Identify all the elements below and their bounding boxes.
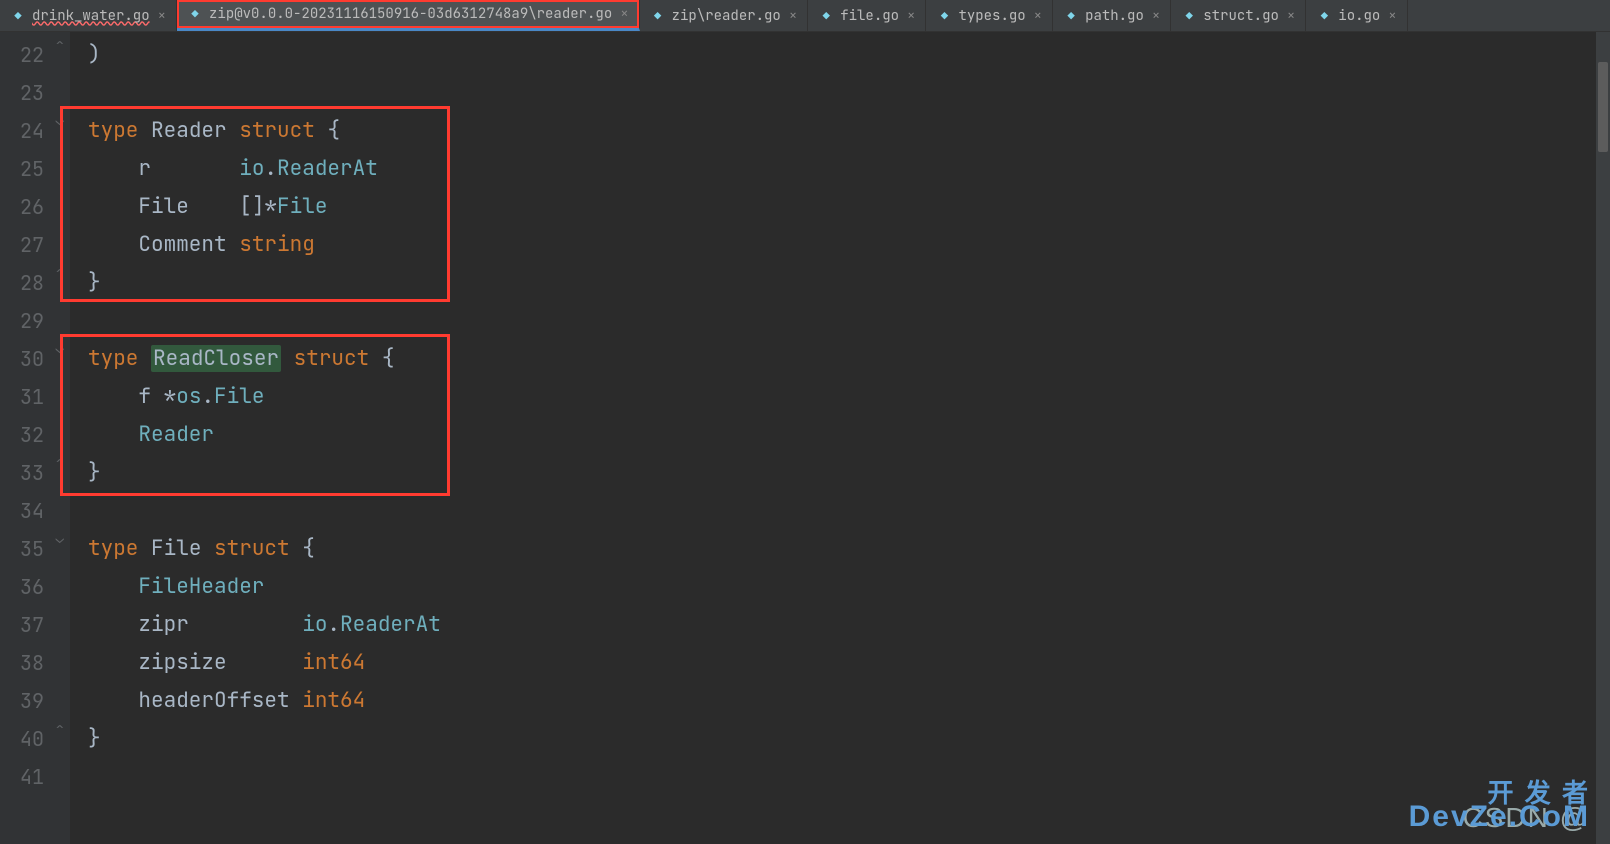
scrollbar-thumb[interactable] (1598, 62, 1608, 152)
go-file-icon: ◆ (650, 8, 666, 24)
code-line: } (88, 454, 1610, 492)
fold-end-icon[interactable]: ⌃ (50, 264, 64, 282)
go-file-icon: ◆ (10, 8, 26, 24)
tab-label: zip\reader.go (672, 7, 781, 25)
tab-label: types.go (958, 7, 1025, 25)
tab-path[interactable]: ◆ path.go × (1053, 0, 1171, 31)
close-icon[interactable]: × (620, 5, 628, 23)
code-line: Comment string (88, 226, 1610, 264)
tab-file[interactable]: ◆ file.go × (808, 0, 926, 31)
code-editor[interactable]: ) type Reader struct { r io.ReaderAt Fil… (70, 32, 1610, 844)
tab-struct[interactable]: ◆ struct.go × (1171, 0, 1306, 31)
close-icon[interactable]: × (1152, 7, 1160, 25)
go-file-icon: ◆ (1181, 8, 1197, 24)
code-line (88, 302, 1610, 340)
close-icon[interactable]: × (1287, 7, 1295, 25)
tab-label: struct.go (1203, 7, 1279, 25)
code-line (88, 74, 1610, 112)
code-line: f *os.File (88, 378, 1610, 416)
fold-end-icon[interactable]: ⌃ (50, 36, 64, 54)
vertical-scrollbar[interactable] (1596, 32, 1610, 844)
go-file-icon: ◆ (936, 8, 952, 24)
watermark: CSDN @ 开 发 者 DevZe.CoM (1462, 802, 1590, 834)
tab-label: file.go (840, 7, 899, 25)
code-line (88, 492, 1610, 530)
close-icon[interactable]: × (158, 7, 166, 25)
tab-types[interactable]: ◆ types.go × (926, 0, 1053, 31)
fold-start-icon[interactable]: ⌄ (50, 340, 64, 358)
close-icon[interactable]: × (1034, 7, 1042, 25)
tab-bar: ◆ drink_water.go × ◆ zip@v0.0.0-20231116… (0, 0, 1610, 32)
code-line: } (88, 720, 1610, 758)
tab-label: path.go (1085, 7, 1144, 25)
tab-zip-reader-versioned[interactable]: ◆ zip@v0.0.0-20231116150916-03d6312748a9… (177, 0, 640, 31)
fold-end-icon[interactable]: ⌃ (50, 720, 64, 738)
code-line: ) (88, 36, 1610, 74)
tab-label: zip@v0.0.0-20231116150916-03d6312748a9\r… (209, 5, 612, 23)
fold-gutter: ⌃ ⌄ ⌃ ⌄ ⌃ ⌄ ⌃ (50, 32, 68, 844)
close-icon[interactable]: × (789, 7, 797, 25)
code-line: zipsize int64 (88, 644, 1610, 682)
gutter: 22 23 24 25 26 27 28 29 30 31 32 33 34 3… (0, 32, 70, 844)
code-line: Reader (88, 416, 1610, 454)
tab-io[interactable]: ◆ io.go × (1306, 0, 1407, 31)
code-line: headerOffset int64 (88, 682, 1610, 720)
go-file-icon: ◆ (187, 6, 203, 22)
code-line: } (88, 264, 1610, 302)
code-line: r io.ReaderAt (88, 150, 1610, 188)
tab-label: io.go (1338, 7, 1380, 25)
fold-end-icon[interactable]: ⌃ (50, 454, 64, 472)
tab-drink-water[interactable]: ◆ drink_water.go × (0, 0, 177, 31)
fold-start-icon[interactable]: ⌄ (50, 530, 64, 548)
tab-zip-reader[interactable]: ◆ zip\reader.go × (640, 0, 809, 31)
fold-start-icon[interactable]: ⌄ (50, 112, 64, 130)
code-line: type ReadCloser struct { (88, 340, 1610, 378)
code-line (88, 758, 1610, 796)
close-icon[interactable]: × (907, 7, 915, 25)
tab-label: drink_water.go (32, 7, 150, 25)
code-line: FileHeader (88, 568, 1610, 606)
code-line: zipr io.ReaderAt (88, 606, 1610, 644)
code-line: type File struct { (88, 530, 1610, 568)
code-line: File []*File (88, 188, 1610, 226)
close-icon[interactable]: × (1388, 7, 1396, 25)
go-file-icon: ◆ (1316, 8, 1332, 24)
go-file-icon: ◆ (818, 8, 834, 24)
editor-area: 22 23 24 25 26 27 28 29 30 31 32 33 34 3… (0, 32, 1610, 844)
go-file-icon: ◆ (1063, 8, 1079, 24)
code-line: type Reader struct { (88, 112, 1610, 150)
